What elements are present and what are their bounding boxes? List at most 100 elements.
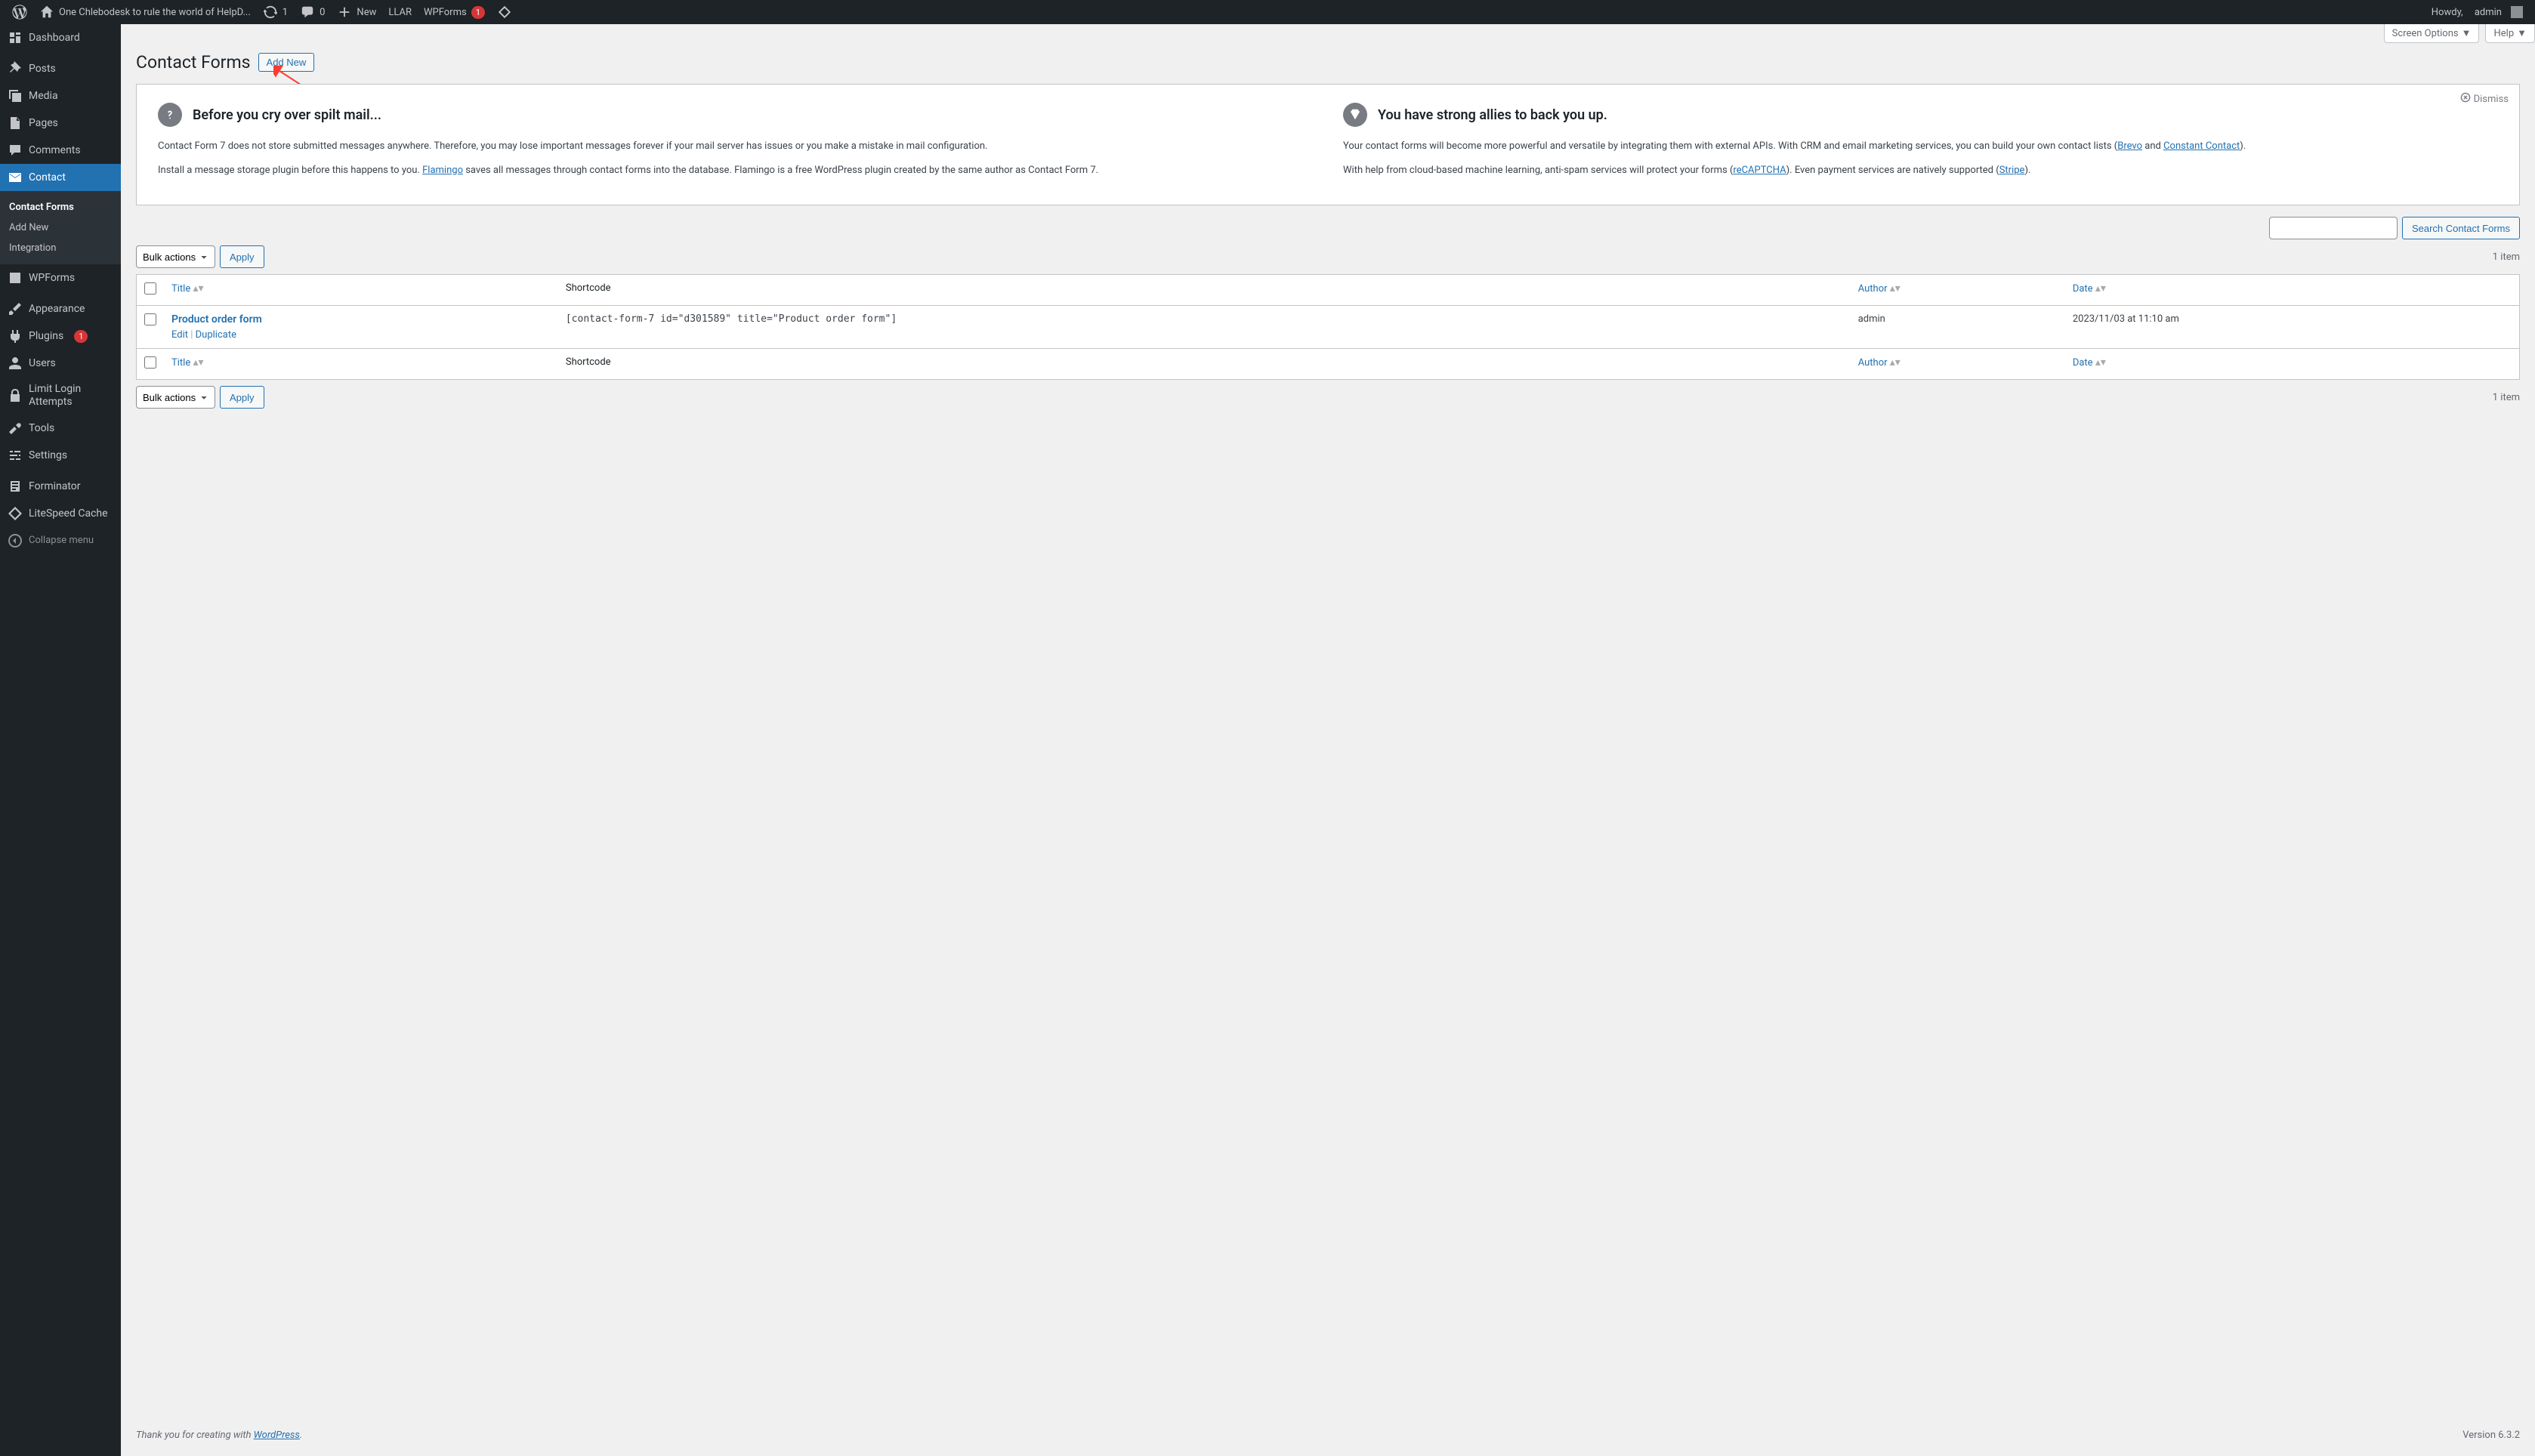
submenu-contact: Contact Forms Add New Integration [0, 191, 121, 264]
flamingo-link[interactable]: Flamingo [422, 165, 463, 176]
menu-forminator[interactable]: Forminator [0, 473, 121, 500]
comment-icon [300, 5, 315, 20]
notice-text: Install a message storage plugin before … [158, 163, 1313, 178]
menu-media[interactable]: Media [0, 82, 121, 110]
menu-contact[interactable]: Contact [0, 164, 121, 191]
comments[interactable]: 0 [294, 0, 331, 24]
author-cell: admin [1851, 306, 2065, 348]
col-title[interactable]: Title ▴▾ [164, 275, 558, 306]
item-count: 1 item [2493, 392, 2520, 403]
table-row: Product order form Edit | Duplicate [con… [137, 306, 2519, 348]
my-account[interactable]: Howdy, admin [2425, 0, 2529, 24]
wp-logo[interactable] [6, 0, 33, 24]
collapse-menu[interactable]: Collapse menu [0, 527, 121, 554]
comment-icon [8, 143, 23, 158]
help-tab[interactable]: Help▼ [2485, 24, 2535, 43]
menu-comments[interactable]: Comments [0, 137, 121, 164]
llar-link[interactable]: LLAR [382, 0, 418, 24]
form-icon [8, 479, 23, 494]
forms-table: Title ▴▾ Shortcode Author ▴▾ Date ▴▾ Pro… [136, 274, 2520, 380]
menu-tools[interactable]: Tools [0, 415, 121, 442]
info-notice: Dismiss Before you cry over spilt mail..… [136, 84, 2520, 205]
apply-button-bottom[interactable]: Apply [220, 386, 264, 409]
constant-contact-link[interactable]: Constant Contact [2163, 140, 2240, 152]
col-author[interactable]: Author ▴▾ [1851, 275, 2065, 306]
recaptcha-link[interactable]: reCAPTCHA [1733, 165, 1786, 176]
avatar-icon [2511, 6, 2523, 18]
wordpress-link[interactable]: WordPress [254, 1430, 300, 1441]
date-cell: 2023/11/03 at 11:10 am [2065, 306, 2519, 348]
home-icon [39, 5, 54, 20]
sort-icon: ▴▾ [1890, 282, 1900, 295]
menu-pages[interactable]: Pages [0, 110, 121, 137]
plugin-icon [8, 329, 23, 344]
notice-title-2: You have strong allies to back you up. [1378, 107, 1607, 123]
plugins-badge: 1 [74, 330, 88, 343]
wrench-icon [8, 421, 23, 436]
brush-icon [8, 301, 23, 316]
media-icon [8, 88, 23, 103]
sort-icon: ▴▾ [2095, 282, 2106, 295]
updates[interactable]: 1 [257, 0, 294, 24]
collapse-icon [8, 533, 23, 548]
dismiss-notice[interactable]: Dismiss [2460, 92, 2509, 106]
menu-dashboard[interactable]: Dashboard [0, 24, 121, 51]
search-input[interactable] [2269, 217, 2398, 239]
mail-icon [8, 170, 23, 185]
col-date[interactable]: Date ▴▾ [2065, 275, 2519, 306]
caret-down-icon: ▼ [2462, 27, 2472, 39]
menu-plugins[interactable]: Plugins1 [0, 322, 121, 350]
col-title[interactable]: Title ▴▾ [164, 348, 558, 379]
brevo-link[interactable]: Brevo [2117, 140, 2142, 152]
user-icon [8, 356, 23, 371]
row-checkbox[interactable] [144, 313, 156, 325]
edit-link[interactable]: Edit [171, 329, 188, 341]
select-all-checkbox-foot[interactable] [144, 356, 156, 369]
apply-button[interactable]: Apply [220, 245, 264, 268]
sliders-icon [8, 448, 23, 463]
screen-options-tab[interactable]: Screen Options▼ [2384, 24, 2480, 43]
notice-title-1: Before you cry over spilt mail... [193, 107, 381, 123]
menu-posts[interactable]: Posts [0, 55, 121, 82]
admin-bar: One Chlebodesk to rule the world of Help… [0, 0, 2535, 24]
refresh-icon [263, 5, 278, 20]
menu-wpforms[interactable]: WPForms [0, 264, 121, 292]
submenu-add-new[interactable]: Add New [0, 217, 121, 238]
site-name[interactable]: One Chlebodesk to rule the world of Help… [33, 0, 257, 24]
litespeed-icon [8, 506, 23, 521]
litespeed-icon [497, 5, 512, 20]
new-content[interactable]: New [331, 0, 382, 24]
sort-icon: ▴▾ [193, 356, 203, 369]
wpforms-link[interactable]: WPForms1 [418, 0, 491, 24]
submenu-integration[interactable]: Integration [0, 238, 121, 258]
lock-icon [8, 388, 23, 403]
add-new-button[interactable]: Add New [258, 53, 315, 72]
wpforms-badge: 1 [471, 6, 485, 19]
shortcode-text[interactable]: [contact-form-7 id="d301589" title="Prod… [566, 313, 897, 325]
sort-icon: ▴▾ [1890, 356, 1900, 369]
select-all-checkbox[interactable] [144, 282, 156, 295]
litespeed-bar[interactable] [491, 0, 518, 24]
menu-users[interactable]: Users [0, 350, 121, 377]
submenu-contact-forms[interactable]: Contact Forms [0, 197, 121, 217]
dashboard-icon [8, 30, 23, 45]
page-icon [8, 116, 23, 131]
col-author[interactable]: Author ▴▾ [1851, 348, 2065, 379]
question-icon [158, 103, 182, 127]
bulk-actions-select[interactable]: Bulk actions [136, 245, 215, 268]
menu-limit-login[interactable]: Limit Login Attempts [0, 377, 121, 415]
item-count: 1 item [2493, 251, 2520, 263]
sort-icon: ▴▾ [2095, 356, 2106, 369]
wpforms-icon [8, 270, 23, 285]
col-date[interactable]: Date ▴▾ [2065, 348, 2519, 379]
menu-appearance[interactable]: Appearance [0, 295, 121, 322]
admin-footer: Thank you for creating with WordPress. V… [121, 1414, 2535, 1456]
duplicate-link[interactable]: Duplicate [196, 329, 236, 341]
diamond-icon [1343, 103, 1367, 127]
menu-litespeed[interactable]: LiteSpeed Cache [0, 500, 121, 527]
stripe-link[interactable]: Stripe [1999, 165, 2025, 176]
bulk-actions-select-bottom[interactable]: Bulk actions [136, 386, 215, 409]
form-title-link[interactable]: Product order form [171, 313, 262, 325]
search-button[interactable]: Search Contact Forms [2402, 217, 2520, 239]
menu-settings[interactable]: Settings [0, 442, 121, 469]
